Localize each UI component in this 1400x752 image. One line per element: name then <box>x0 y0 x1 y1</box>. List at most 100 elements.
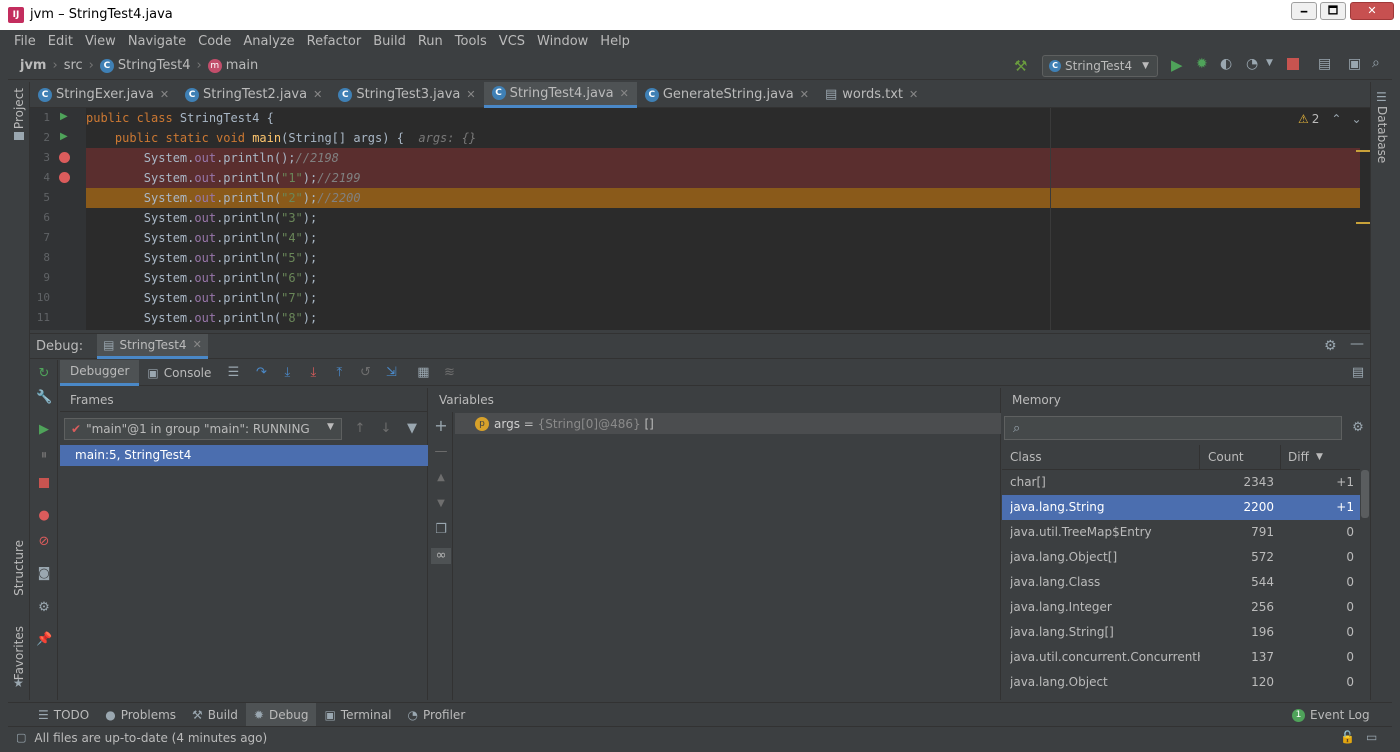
menu-analyze[interactable]: Analyze <box>243 34 294 49</box>
remove-watch-icon[interactable]: — <box>433 444 449 460</box>
step-over-icon[interactable]: ↷ <box>253 365 269 381</box>
resume-icon[interactable]: ▶ <box>36 422 52 438</box>
project-tool-tab[interactable]: Project <box>12 88 26 129</box>
scrollbar-thumb[interactable] <box>1361 470 1369 518</box>
arrow-down-icon[interactable]: ↓ <box>378 421 394 437</box>
drop-frame-icon[interactable]: ↺ <box>357 365 373 381</box>
chevron-down-icon[interactable]: ⌄ <box>1351 112 1361 126</box>
debug-tool-button[interactable]: ✹ Debug <box>245 702 317 727</box>
menu-window[interactable]: Window <box>537 34 588 49</box>
close-icon[interactable]: ✕ <box>909 88 918 101</box>
add-watch-icon[interactable]: + <box>433 418 449 434</box>
debugger-tab[interactable]: Debugger <box>60 359 140 386</box>
memory-row[interactable]: java.util.TreeMap$Entry 791 0 <box>1002 520 1360 545</box>
profile-icon[interactable]: ◔ <box>1246 56 1258 72</box>
tab-stringtest4[interactable]: C StringTest4.java ✕ <box>483 81 637 108</box>
rerun-icon[interactable]: ↻ <box>36 366 52 382</box>
memory-search-input[interactable]: ⌕ <box>1004 416 1342 440</box>
debug-bug-icon[interactable]: ✹ <box>1196 56 1208 72</box>
view-breakpoints-icon[interactable]: ● <box>36 508 52 524</box>
glasses-icon[interactable]: ∞ <box>431 548 451 564</box>
gear-icon[interactable]: ⚙ <box>1350 420 1366 436</box>
memory-row[interactable]: java.lang.Object 120 0 <box>1002 670 1360 695</box>
lock-icon[interactable]: 🔓 <box>1340 730 1355 744</box>
close-window-button[interactable]: ✕ <box>1350 2 1394 20</box>
project-structure-icon[interactable]: ▤ <box>1318 56 1331 72</box>
minimize-button[interactable]: 🗕 <box>1291 2 1317 20</box>
tab-stringtest2[interactable]: C StringTest2.java ✕ <box>177 82 330 108</box>
tab-generatestring[interactable]: C GenerateString.java ✕ <box>637 82 817 108</box>
tab-stringexer[interactable]: C StringExer.java ✕ <box>30 82 177 108</box>
stop-icon[interactable] <box>1287 58 1299 70</box>
menu-tools[interactable]: Tools <box>455 34 487 49</box>
terminal-tool-button[interactable]: ▣ Terminal <box>316 703 399 727</box>
build-tool-button[interactable]: ⚒ Build <box>184 703 246 727</box>
memory-scrollbar[interactable] <box>1360 470 1370 700</box>
problems-tool-button[interactable]: ● Problems <box>97 703 184 727</box>
restore-layout-icon[interactable]: ▤ <box>1350 365 1366 381</box>
layout-menu-icon[interactable]: ☰ <box>225 365 241 381</box>
menu-vcs[interactable]: VCS <box>499 34 525 49</box>
frame-row[interactable]: main:5, StringTest4 <box>60 445 428 466</box>
console-tab[interactable]: ▣ Console <box>139 360 219 386</box>
menu-file[interactable]: File <box>14 34 36 49</box>
memory-row[interactable]: java.lang.Class 544 0 <box>1002 570 1360 595</box>
menu-run[interactable]: Run <box>418 34 443 49</box>
move-up-icon[interactable]: ▲ <box>433 470 449 486</box>
filter-icon[interactable]: ▼ <box>404 421 420 437</box>
event-log-button[interactable]: 1 Event Log <box>1284 703 1378 727</box>
move-down-icon[interactable]: ▼ <box>433 496 449 512</box>
favorites-tool-tab[interactable]: Favorites <box>12 626 26 680</box>
pin-icon[interactable]: 📌 <box>36 632 52 648</box>
profiler-tool-button[interactable]: ◔ Profiler <box>400 703 474 727</box>
panel-toggle-icon[interactable]: ▢ <box>16 731 26 744</box>
coverage-icon[interactable]: ◐ <box>1220 56 1232 72</box>
camera-icon[interactable]: ◙ <box>36 566 52 582</box>
memory-row[interactable]: java.lang.String 2200 +1 <box>1002 495 1360 520</box>
breadcrumb-project[interactable]: jvm <box>20 58 46 73</box>
column-class[interactable]: Class <box>1010 450 1042 464</box>
menu-build[interactable]: Build <box>373 34 406 49</box>
force-step-into-icon[interactable]: ⤓ <box>305 365 321 381</box>
evaluate-expression-icon[interactable]: ▦ <box>415 365 431 381</box>
breadcrumb-class[interactable]: StringTest4 <box>118 58 191 73</box>
menu-navigate[interactable]: Navigate <box>128 34 186 49</box>
gear-icon[interactable]: ⚙ <box>1324 338 1337 354</box>
maximize-button[interactable]: 🗖 <box>1320 2 1346 20</box>
column-count[interactable]: Count <box>1208 450 1244 464</box>
todo-tool-button[interactable]: ☰ TODO <box>30 703 97 727</box>
menu-code[interactable]: Code <box>198 34 231 49</box>
breakpoint-icon[interactable] <box>59 172 70 183</box>
run-gutter-icon[interactable]: ▶ <box>60 131 68 142</box>
memory-row[interactable]: java.util.concurrent.ConcurrentHa 137 0 <box>1002 645 1360 670</box>
search-icon[interactable]: ⌕ <box>1372 55 1380 71</box>
chevron-up-icon[interactable]: ⌃ <box>1331 112 1341 126</box>
run-gutter-icon[interactable]: ▶ <box>60 111 68 122</box>
stop-icon[interactable] <box>39 478 49 488</box>
wrench-icon[interactable]: 🔧 <box>36 390 52 406</box>
tab-words-txt[interactable]: ▤ words.txt ✕ <box>817 82 926 108</box>
close-icon[interactable]: ✕ <box>620 87 629 100</box>
chevron-down-icon[interactable]: ▼ <box>1266 58 1273 68</box>
run-icon[interactable]: ▶ <box>1171 56 1183 74</box>
breakpoint-icon[interactable] <box>59 152 70 163</box>
menu-view[interactable]: View <box>85 34 116 49</box>
pause-icon[interactable]: ⏸ <box>36 448 52 464</box>
step-out-icon[interactable]: ⤒ <box>331 365 347 381</box>
tray-icon[interactable]: ▭ <box>1366 730 1377 744</box>
arrow-up-icon[interactable]: ↑ <box>352 421 368 437</box>
close-icon[interactable]: ✕ <box>160 88 169 101</box>
build-hammer-icon[interactable]: ⚒ <box>1014 57 1027 75</box>
mute-breakpoints-icon[interactable]: ⊘ <box>36 534 52 550</box>
tab-stringtest3[interactable]: C StringTest3.java ✕ <box>330 82 483 108</box>
code-editor[interactable]: 1 2 3 4 5 6 7 8 9 10 11 ▶ ▶ public class… <box>30 108 1370 330</box>
close-icon[interactable]: ✕ <box>313 88 322 101</box>
memory-row[interactable]: char[] 2343 +1 <box>1002 470 1360 495</box>
variable-row[interactable]: p args = {String[0]@486} [] <box>455 413 1001 434</box>
step-into-icon[interactable]: ⤓ <box>279 365 295 381</box>
memory-row[interactable]: java.lang.Integer 256 0 <box>1002 595 1360 620</box>
memory-row[interactable]: java.lang.Object[] 572 0 <box>1002 545 1360 570</box>
copy-icon[interactable]: ❐ <box>433 522 449 538</box>
close-icon[interactable]: ✕ <box>193 338 202 351</box>
terminal-window-icon[interactable]: ▣ <box>1348 56 1361 72</box>
